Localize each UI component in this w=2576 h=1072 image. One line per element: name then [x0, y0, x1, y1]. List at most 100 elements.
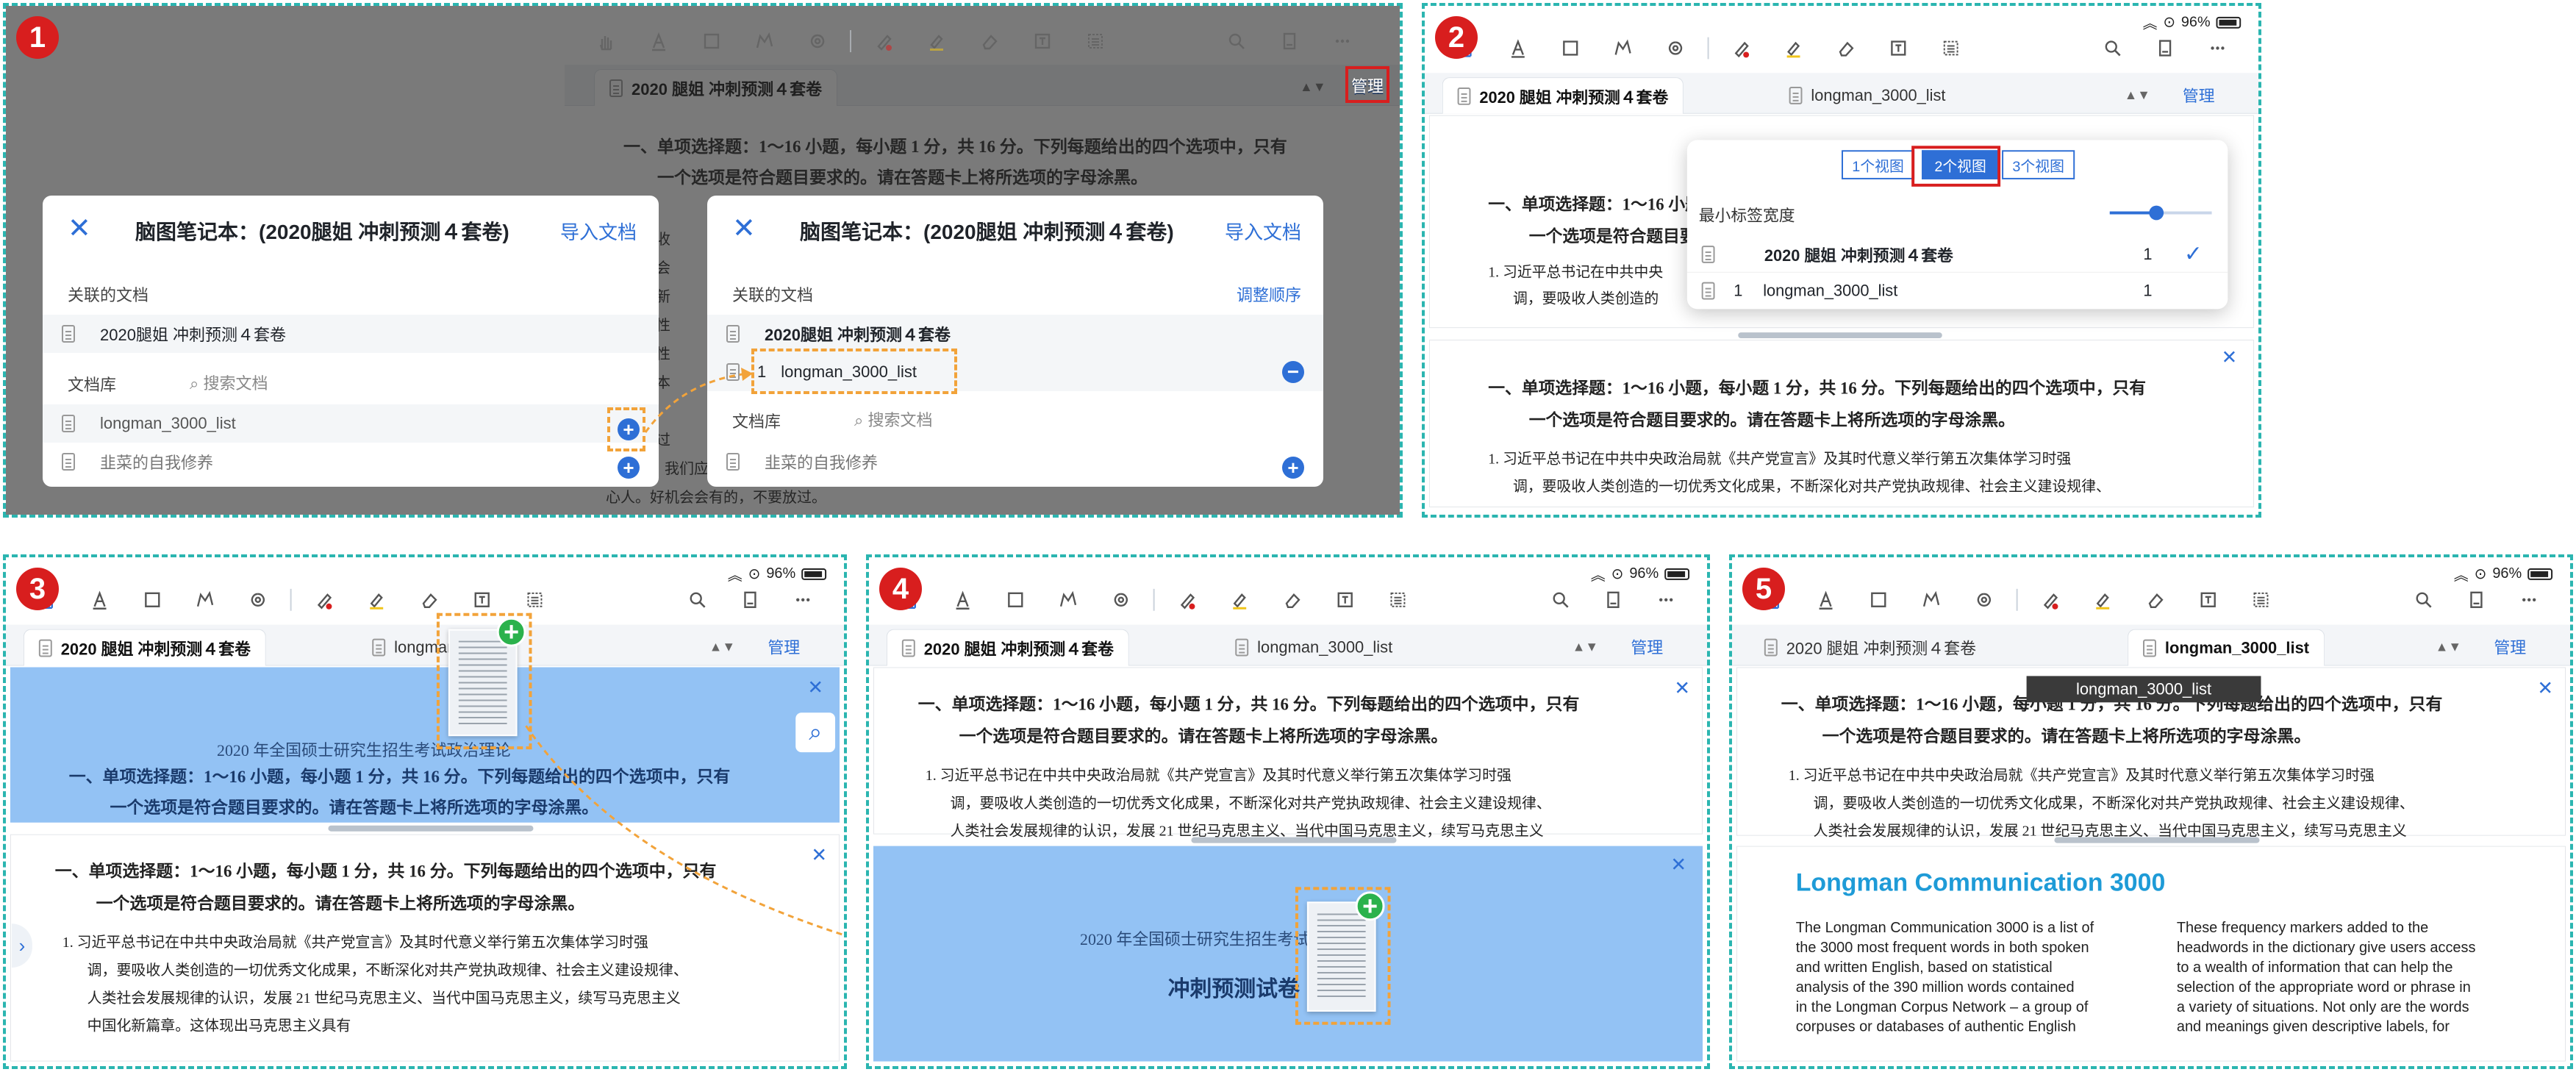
search-icon[interactable] [1223, 28, 1250, 54]
more-icon[interactable] [1653, 587, 1679, 613]
lasso-tool-icon[interactable] [1610, 35, 1636, 62]
view-doc-row-1[interactable]: 2020 腿姐 冲刺预测４套卷 1 ✓ [1686, 236, 2228, 273]
highlighter-icon[interactable] [1226, 587, 1253, 613]
reorder-button[interactable]: 调整顺序 [1237, 282, 1301, 306]
manage-button[interactable]: 管理 [768, 635, 800, 659]
tab-doc-2[interactable]: longman_3000_list [1220, 629, 1407, 666]
eraser-icon[interactable] [976, 28, 1003, 54]
manage-button[interactable]: 管理 [2494, 635, 2526, 659]
tab-doc-2[interactable]: longman_3000_list [2128, 629, 2325, 666]
text-tool-icon[interactable] [1813, 587, 1839, 613]
text-box-icon[interactable] [1885, 35, 1911, 62]
tab-doc-1[interactable]: 2020 腿姐 冲刺预测４套卷 [1750, 629, 1991, 666]
split-divider[interactable] [2054, 837, 2260, 843]
bookmark-icon[interactable] [2152, 35, 2178, 62]
more-icon[interactable] [2516, 587, 2542, 613]
sort-icon[interactable]: ▲▼ [2436, 640, 2462, 655]
text-box-icon[interactable] [1332, 587, 1359, 613]
add-document-button[interactable]: + [1282, 457, 1304, 479]
tab-doc-1[interactable]: 2020 腿姐 冲刺预测４套卷 [886, 629, 1129, 666]
list-select-icon[interactable] [1938, 35, 1964, 62]
eraser-icon[interactable] [2142, 587, 2169, 613]
pen-icon[interactable] [2037, 587, 2064, 613]
settings-icon[interactable] [1971, 587, 1997, 613]
rectangle-tool-icon[interactable] [139, 587, 165, 613]
eraser-icon[interactable] [1833, 35, 1859, 62]
split-divider[interactable] [1191, 837, 1397, 843]
settings-icon[interactable] [804, 28, 831, 54]
text-box-icon[interactable] [2195, 587, 2222, 613]
rectangle-tool-icon[interactable] [1865, 587, 1892, 613]
linked-doc-row[interactable]: 2020腿姐 冲刺预测４套卷 [43, 315, 659, 353]
sort-icon[interactable]: ▲▼ [1573, 640, 1599, 655]
slider-thumb[interactable] [2149, 205, 2164, 221]
manage-button[interactable]: 管理 [2183, 83, 2215, 107]
close-icon[interactable]: ✕ [68, 212, 91, 245]
search-icon[interactable] [2411, 587, 2437, 613]
view-option-1[interactable]: 1个视图 [1842, 150, 1915, 179]
close-pane-icon[interactable]: ✕ [1670, 854, 1686, 876]
rectangle-tool-icon[interactable] [1557, 35, 1584, 62]
pen-icon[interactable] [1174, 587, 1201, 613]
sort-icon[interactable]: ▲▼ [2125, 87, 2150, 103]
import-button[interactable]: 导入文档 [1225, 218, 1301, 245]
highlighter-icon[interactable] [1781, 35, 1807, 62]
text-box-icon[interactable] [1029, 28, 1056, 54]
pen-icon[interactable] [311, 587, 337, 613]
bookmark-icon[interactable] [2464, 587, 2490, 613]
more-icon[interactable] [2205, 35, 2231, 62]
pen-icon[interactable] [1728, 35, 1754, 62]
bookmark-icon[interactable] [1276, 28, 1303, 54]
more-icon[interactable] [790, 587, 816, 613]
manage-button[interactable]: 管理 [1631, 635, 1663, 659]
text-tool-icon[interactable] [950, 587, 976, 613]
settings-icon[interactable] [1108, 587, 1134, 613]
list-select-icon[interactable] [1082, 28, 1109, 54]
manage-button-highlighted[interactable]: 管理 [1351, 74, 1384, 97]
search-icon[interactable] [684, 587, 711, 613]
tab-doc-2[interactable]: longman_3000_list [1775, 77, 1960, 114]
lasso-tool-icon[interactable] [1055, 587, 1081, 613]
more-icon[interactable] [1329, 28, 1356, 54]
add-document-button-2[interactable]: + [618, 457, 640, 479]
import-button[interactable]: 导入文档 [560, 218, 637, 245]
lasso-tool-icon[interactable] [1918, 587, 1944, 613]
close-pane-icon[interactable]: ✕ [807, 676, 823, 698]
text-tool-icon[interactable] [87, 587, 113, 613]
eraser-icon[interactable] [1279, 587, 1306, 613]
highlighter-icon[interactable] [2089, 587, 2116, 613]
settings-icon[interactable] [245, 587, 271, 613]
tab-doc-1[interactable]: 2020 腿姐 冲刺预测４套卷 [1442, 77, 1684, 114]
linked-doc-row[interactable]: 2020腿姐 冲刺预测４套卷 [707, 315, 1323, 353]
library-item-row[interactable]: longman_3000_list [43, 404, 659, 443]
tab-width-slider[interactable] [2109, 205, 2212, 221]
search-icon[interactable] [2100, 35, 2126, 62]
lasso-tool-icon[interactable] [751, 28, 778, 54]
eraser-icon[interactable] [416, 587, 443, 613]
view-doc-row-2[interactable]: 1 longman_3000_list 1 [1687, 273, 2228, 310]
tab-doc-1[interactable]: 2020 腿姐 冲刺预测４套卷 [23, 629, 266, 666]
bookmark-icon[interactable] [1600, 587, 1627, 613]
split-divider[interactable] [328, 825, 534, 832]
hand-tool-icon[interactable] [593, 28, 619, 54]
text-tool-icon[interactable] [645, 28, 672, 54]
view-option-3[interactable]: 3个视图 [2002, 150, 2075, 179]
list-select-icon[interactable] [522, 587, 548, 613]
close-pane-icon[interactable]: ✕ [1674, 676, 1690, 699]
remove-document-button[interactable]: − [1282, 360, 1304, 383]
pen-icon[interactable] [870, 28, 897, 54]
split-divider[interactable] [1738, 332, 1942, 339]
drop-zone-bottom[interactable]: ✕ 2020 年全国硕士研究生招生考试政治理论 冲刺预测试卷 [873, 846, 1703, 1062]
close-icon[interactable]: ✕ [732, 212, 756, 245]
settings-icon[interactable] [1662, 35, 1689, 62]
list-select-icon[interactable] [2248, 587, 2275, 613]
sort-icon[interactable]: ▲▼ [709, 640, 736, 655]
list-select-icon[interactable] [1385, 587, 1412, 613]
lasso-tool-icon[interactable] [192, 587, 218, 613]
library-item-row-2[interactable]: 韭菜的自我修养 [43, 443, 659, 481]
highlighter-icon[interactable] [923, 28, 950, 54]
library-item-row[interactable]: 韭菜的自我修养 [707, 443, 1323, 481]
text-box-icon[interactable] [469, 587, 495, 613]
highlighter-icon[interactable] [363, 587, 390, 613]
rectangle-tool-icon[interactable] [698, 28, 725, 54]
